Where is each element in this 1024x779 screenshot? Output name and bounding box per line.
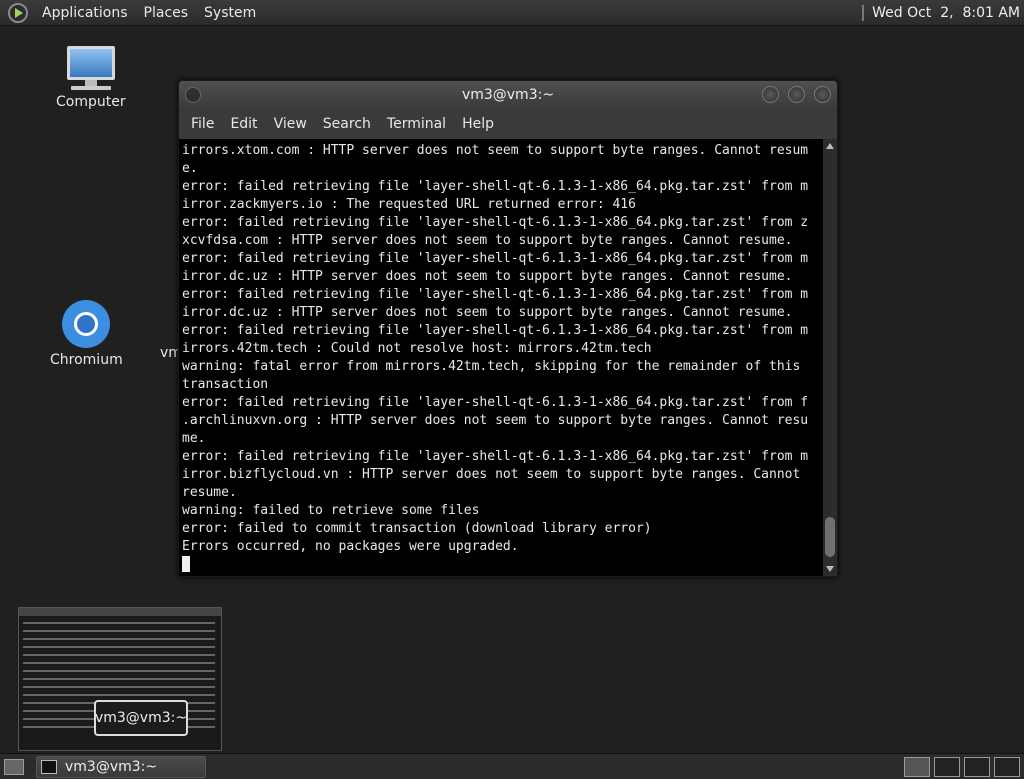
taskbar-button-terminal[interactable]: vm3@vm3:~ [36,755,206,778]
menu-system[interactable]: System [196,5,264,21]
terminal-line: xcvfdsa.com : HTTP server does not seem … [182,233,793,248]
terminal-line: .archlinuxvn.org : HTTP server does not … [182,413,809,428]
close-icon[interactable] [814,86,831,103]
maximize-icon[interactable] [788,86,805,103]
terminal-line: transaction [182,377,269,392]
panel-separator [862,4,865,21]
workspace-4[interactable] [994,757,1020,777]
menu-terminal[interactable]: Terminal [379,116,454,132]
desktop-icon-label: Chromium [50,352,123,368]
terminal-window: vm3@vm3:~ File Edit View Search Terminal… [178,80,838,577]
scroll-up-icon[interactable] [826,143,834,149]
terminal-line: me. [182,431,206,446]
top-panel: Applications Places System Wed Oct 2, 8:… [0,0,1024,26]
terminal-line: error: failed retrieving file 'layer-she… [182,449,809,464]
terminal-text: irrors.xtom.com : HTTP server does not s… [182,142,822,556]
menu-edit[interactable]: Edit [222,116,265,132]
terminal-cursor [182,556,190,572]
menu-file[interactable]: File [183,116,222,132]
terminal-icon [41,759,57,774]
menu-search[interactable]: Search [315,116,379,132]
terminal-line: warning: failed to retrieve some files [182,503,480,518]
bottom-panel: vm3@vm3:~ [0,753,1024,779]
terminal-line: error: failed retrieving file 'layer-she… [182,251,809,266]
computer-icon [66,46,115,94]
terminal-line: warning: fatal error from mirrors.42tm.t… [182,359,801,374]
workspace-1[interactable] [904,757,930,777]
taskbar-button-label: vm3@vm3:~ [65,758,158,775]
window-title: vm3@vm3:~ [461,87,555,103]
terminal-line: irror.dc.uz : HTTP server does not seem … [182,305,793,320]
terminal-line: error: failed retrieving file 'layer-she… [182,287,809,302]
chromium-icon [62,300,111,348]
desktop-icon-label: Computer [56,94,126,110]
scroll-down-icon[interactable] [826,566,834,572]
terminal-line: error: failed retrieving file 'layer-she… [182,395,809,410]
vertical-scrollbar[interactable] [823,139,837,576]
desktop-icon-computer[interactable]: Computer [56,46,126,110]
menu-view[interactable]: View [266,116,315,132]
terminal-line: error: failed retrieving file 'layer-she… [182,179,809,194]
window-tooltip: vm3@vm3:~ [94,700,188,736]
terminal-line: e. [182,161,198,176]
terminal-line: irrors.xtom.com : HTTP server does not s… [182,143,809,158]
terminal-line: Errors occurred, no packages were upgrad… [182,539,519,554]
terminal-line: error: failed to commit transaction (dow… [182,521,652,536]
clock-text: Wed Oct 2, 8:01 AM [872,4,1020,21]
terminal-output[interactable]: irrors.xtom.com : HTTP server does not s… [179,139,837,576]
menu-applications[interactable]: Applications [34,5,136,21]
terminal-line: irror.dc.uz : HTTP server does not seem … [182,269,793,284]
terminal-line: irrors.42tm.tech : Could not resolve hos… [182,341,652,356]
window-menu-icon[interactable] [185,87,201,103]
minimize-icon[interactable] [762,86,779,103]
terminal-line: irror.zackmyers.io : The requested URL r… [182,197,636,212]
window-menubar: File Edit View Search Terminal Help [179,109,837,139]
workspace-2[interactable] [934,757,960,777]
show-desktop-icon[interactable] [4,758,24,775]
distro-logo-icon[interactable] [8,2,28,23]
terminal-line: irror.bizflycloud.vn : HTTP server does … [182,467,801,482]
workspace-3[interactable] [964,757,990,777]
terminal-line: resume. [182,485,237,500]
desktop-icon-chromium[interactable]: Chromium [50,300,123,368]
clock[interactable]: Wed Oct 2, 8:01 AM [862,0,1020,25]
terminal-line: error: failed retrieving file 'layer-she… [182,215,809,230]
window-titlebar[interactable]: vm3@vm3:~ [179,81,837,109]
menu-help[interactable]: Help [454,116,502,132]
scrollbar-thumb[interactable] [825,517,835,557]
menu-places[interactable]: Places [136,5,197,21]
workspace-switcher [900,757,1020,777]
terminal-line: error: failed retrieving file 'layer-she… [182,323,809,338]
